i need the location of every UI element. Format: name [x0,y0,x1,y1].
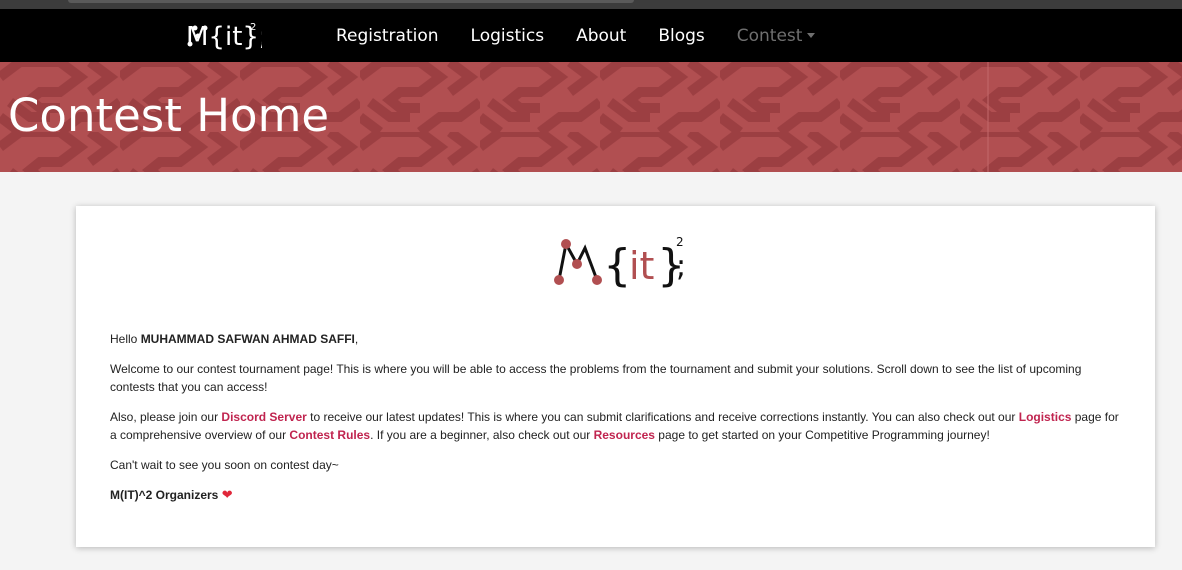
nav-link-about[interactable]: About [560,26,642,46]
closing-text: Can't wait to see you soon on contest da… [110,458,339,472]
brand-logo[interactable]: M{it}; 2 [186,18,262,52]
svg-text:2: 2 [676,235,684,249]
user-name: MUHAMMAD SAFWAN AHMAD SAFFI [140,332,355,346]
page-title: Contest Home [8,89,330,142]
join-paragraph: Also, please join our Discord Server to … [110,410,1119,442]
nav-link-logistics[interactable]: Logistics [455,26,561,46]
svg-text:{: { [604,240,631,291]
logistics-link[interactable]: Logistics [1019,410,1072,424]
nav-links: Registration Logistics About Blogs Conte… [320,9,831,62]
nav-dropdown-contest[interactable]: Contest [721,26,832,46]
navbar: M{it}; 2 Registration Logistics About Bl… [0,9,1182,62]
svg-text:;: ; [676,249,686,284]
card-content: Hello MUHAMMAD SAFWAN AHMAD SAFFI, Welco… [110,330,1120,516]
welcome-paragraph: Welcome to our contest tournament page! … [110,362,1082,394]
greeting: Hello MUHAMMAD SAFWAN AHMAD SAFFI, [110,332,359,346]
scrollbar[interactable] [68,0,634,3]
svg-text:it: it [629,244,654,288]
nav-link-registration[interactable]: Registration [320,26,455,46]
card-logo: { it } ; 2 [552,232,688,299]
resources-link[interactable]: Resources [594,428,655,442]
nav-link-blogs[interactable]: Blogs [642,26,720,46]
discord-server-link[interactable]: Discord Server [221,410,306,424]
signature-text: M(IT)^2 Organizers [110,488,219,502]
welcome-card: { it } ; 2 Hello MUHAMMAD SAFWAN AHMAD S… [76,206,1155,547]
hero-banner: Contest Home [0,62,1182,172]
browser-top-strip [0,0,1182,9]
contest-rules-link[interactable]: Contest Rules [289,428,370,442]
signature: M(IT)^2 Organizers ❤ [110,486,1120,504]
heart-icon: ❤ [221,487,233,502]
svg-text:2: 2 [250,22,256,33]
caret-down-icon [807,33,816,38]
nav-dropdown-label: Contest [736,25,803,46]
